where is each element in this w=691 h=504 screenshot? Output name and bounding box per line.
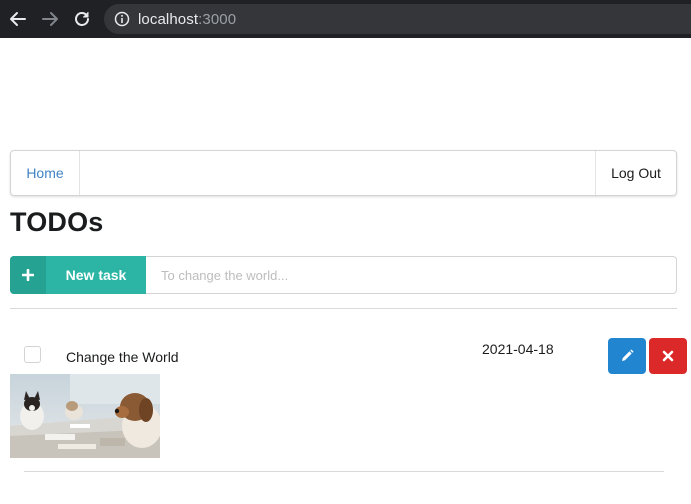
logout-button[interactable]: Log Out	[595, 151, 676, 195]
todo-date: 2021-04-18	[482, 341, 554, 357]
url-host: localhost	[138, 11, 199, 28]
url-port: :3000	[198, 11, 237, 28]
url-text: localhost:3000	[138, 11, 236, 28]
new-task-form: New task	[10, 256, 677, 294]
todo-title: Change the World	[66, 349, 179, 365]
todo-checkbox[interactable]	[24, 346, 41, 363]
info-icon[interactable]	[114, 11, 130, 27]
page-title: TODOs	[10, 207, 104, 237]
arrow-right-icon	[42, 12, 58, 26]
new-task-input[interactable]	[146, 256, 677, 294]
top-menu: Home Log Out	[10, 150, 677, 196]
menu-item-home[interactable]: Home	[11, 151, 80, 195]
delete-todo-button[interactable]	[649, 338, 687, 374]
reload-icon	[75, 12, 89, 26]
arrow-left-icon	[10, 12, 26, 26]
edit-todo-button[interactable]	[608, 338, 646, 374]
todo-image	[10, 374, 160, 458]
plus-icon	[10, 256, 46, 294]
address-bar[interactable]: localhost:3000	[104, 4, 691, 34]
close-icon	[662, 350, 674, 362]
divider	[24, 471, 664, 472]
reload-button[interactable]	[71, 8, 93, 30]
back-button[interactable]	[7, 8, 29, 30]
pencil-icon	[622, 349, 634, 361]
forward-button[interactable]	[39, 8, 61, 30]
browser-toolbar: localhost:3000	[0, 0, 691, 38]
new-task-button[interactable]: New task	[10, 256, 146, 294]
divider	[10, 308, 677, 309]
new-task-label: New task	[65, 267, 127, 283]
